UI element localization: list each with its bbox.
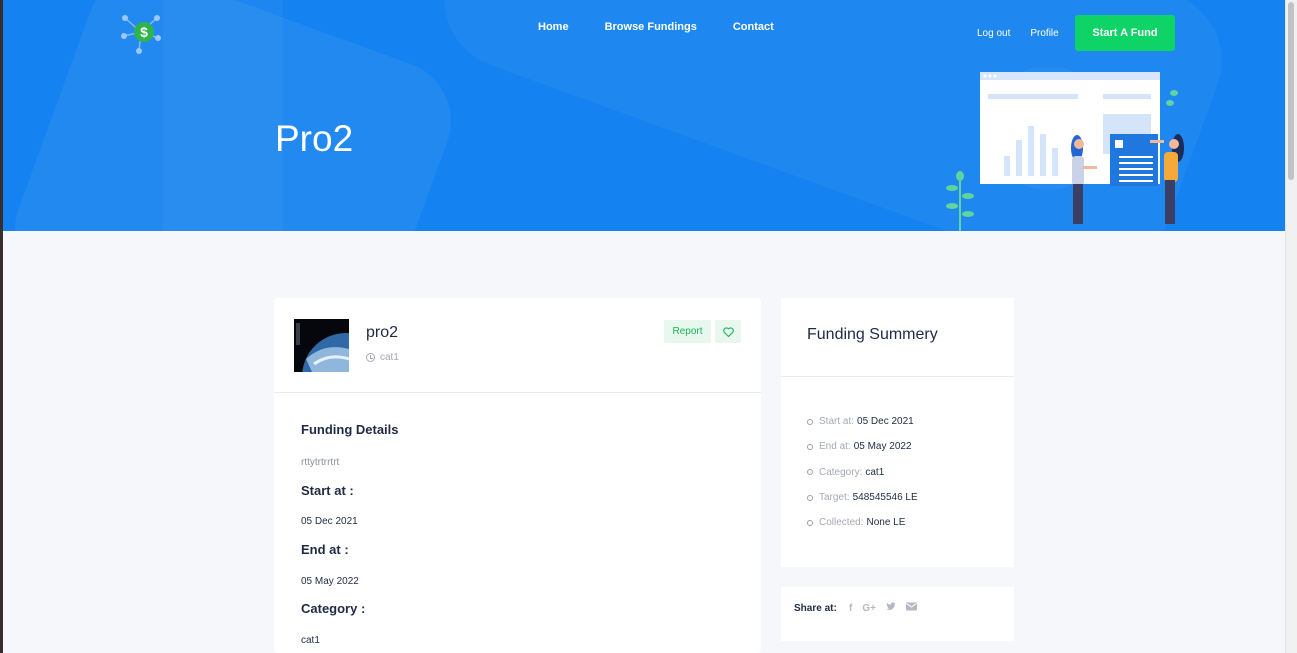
bullet-icon	[807, 469, 813, 476]
divider	[781, 376, 1014, 377]
project-header: pro2 cat1 Report	[274, 298, 761, 393]
end-at-label: End at :	[301, 542, 349, 557]
start-at-value: 05 Dec 2021	[301, 516, 358, 527]
category-value: cat1	[301, 635, 320, 646]
summary-value: None LE	[866, 517, 906, 529]
profile-link[interactable]: Profile	[1030, 28, 1058, 39]
summary-key: Category:	[819, 466, 863, 478]
funding-details-heading: Funding Details	[301, 422, 399, 437]
funding-details: Funding Details rttytrtrrtrt Start at : …	[301, 422, 399, 646]
summary-value: 548545546 LE	[852, 492, 918, 504]
logout-link[interactable]: Log out	[977, 28, 1010, 39]
google-plus-icon[interactable]: G+	[862, 603, 876, 614]
summary-key: Collected:	[819, 517, 864, 529]
clock-icon	[366, 353, 375, 362]
end-at-value: 05 May 2022	[301, 576, 359, 587]
summary-key: End at:	[819, 441, 851, 453]
nav-browse-fundings[interactable]: Browse Fundings	[605, 21, 697, 33]
svg-text:$: $	[140, 24, 148, 40]
summary-list: Start at: 05 Dec 2021 End at: 05 May 202…	[807, 409, 918, 535]
email-icon[interactable]	[905, 602, 917, 614]
page-scrollbar[interactable]	[1285, 0, 1297, 653]
hero-banner: $ Home Browse Fundings Contact Log out P…	[3, 0, 1285, 231]
start-fund-button[interactable]: Start A Fund	[1075, 15, 1175, 51]
nav-home[interactable]: Home	[538, 21, 569, 33]
site-logo[interactable]: $	[119, 12, 163, 54]
summary-key: Start at:	[819, 416, 855, 428]
bullet-icon	[807, 443, 813, 450]
start-at-label: Start at :	[301, 483, 354, 498]
project-category: cat1	[366, 352, 399, 363]
share-icons: f G+	[849, 602, 917, 614]
summary-item-end: End at: 05 May 2022	[807, 434, 918, 459]
main-nav: Home Browse Fundings Contact	[538, 21, 810, 33]
funding-summary-title: Funding Summery	[807, 326, 938, 343]
page-title: Pro2	[275, 118, 354, 159]
bullet-icon	[807, 494, 813, 501]
dashboard-illustration	[946, 68, 1184, 231]
summary-item-category: Category: cat1	[807, 460, 918, 485]
share-label: Share at:	[794, 603, 837, 614]
report-button[interactable]: Report	[664, 320, 711, 343]
summary-value: 05 Dec 2021	[857, 416, 914, 428]
summary-value: 05 May 2022	[853, 441, 912, 453]
auth-links: Log out Profile	[977, 28, 1079, 39]
summary-item-target: Target: 548545546 LE	[807, 485, 918, 510]
summary-item-start: Start at: 05 Dec 2021	[807, 409, 918, 434]
summary-item-collected: Collected: None LE	[807, 510, 918, 535]
summary-key: Target:	[819, 492, 850, 504]
funding-summary-card: Funding Summery Start at: 05 Dec 2021 En…	[781, 298, 1014, 567]
scrollbar-thumb[interactable]	[1288, 2, 1294, 180]
share-card: Share at: f G+	[781, 587, 1014, 641]
heart-icon	[722, 326, 734, 337]
bullet-icon	[807, 418, 813, 425]
project-thumbnail	[294, 319, 349, 372]
project-card: pro2 cat1 Report Funding Details rttytrt…	[274, 298, 761, 653]
funding-description: rttytrtrrtrt	[301, 457, 340, 468]
project-category-label: cat1	[380, 352, 399, 363]
summary-value: cat1	[865, 466, 885, 478]
nav-contact[interactable]: Contact	[733, 21, 774, 33]
category-label: Category :	[301, 601, 366, 616]
bullet-icon	[807, 519, 813, 526]
favorite-button[interactable]	[715, 320, 741, 343]
facebook-icon[interactable]: f	[849, 603, 852, 614]
twitter-icon[interactable]	[886, 602, 896, 614]
project-name: pro2	[366, 324, 399, 341]
hero-decor-shape	[163, 0, 283, 231]
